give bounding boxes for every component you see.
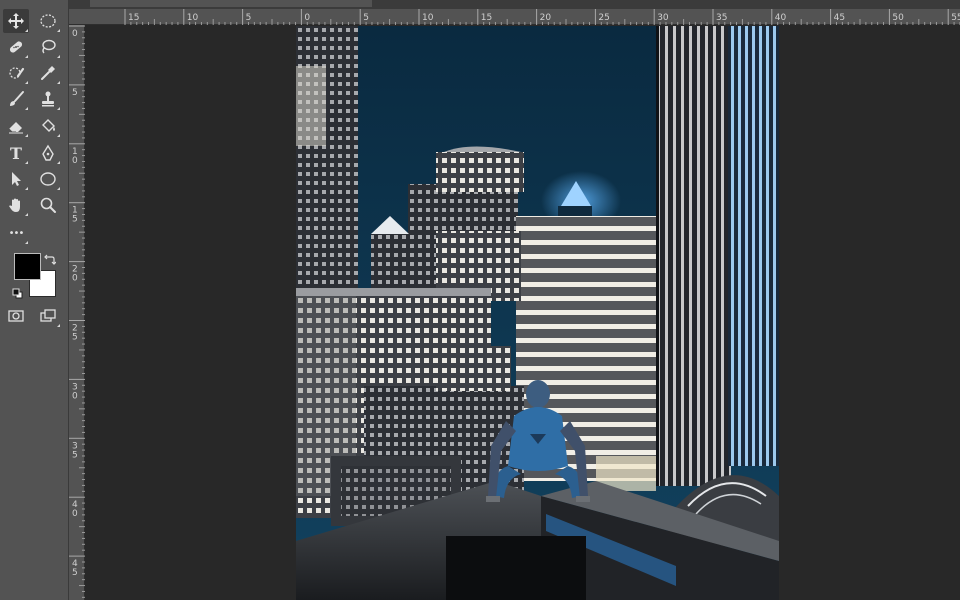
quick-mask-icon: [8, 310, 24, 322]
stamp-icon: [42, 91, 54, 107]
pen-tool[interactable]: [35, 141, 61, 165]
type-tool[interactable]: T: [3, 141, 29, 165]
elliptical-marquee-icon: [40, 14, 56, 28]
swap-colors-icon[interactable]: [44, 251, 57, 265]
hand-icon: [9, 198, 20, 212]
ruler-label: 50: [892, 13, 904, 23]
tools-panel: T •••: [0, 0, 69, 600]
ruler-label: 40: [775, 13, 787, 23]
quick-selection-icon: [9, 67, 25, 79]
ruler-label: 15: [128, 13, 139, 23]
ruler-label: 0: [72, 156, 78, 166]
ruler-label: 0: [72, 509, 78, 519]
ruler-label: 15: [481, 13, 492, 23]
ruler-label: 35: [716, 13, 727, 23]
foreground-color-swatch[interactable]: [14, 253, 41, 280]
paint-bucket-icon: [42, 119, 55, 132]
ruler-label: 5: [246, 13, 252, 23]
screen-mode-icon: [40, 309, 56, 322]
vertical-ruler[interactable]: 051015202530354045: [69, 25, 85, 600]
pen-icon: [42, 144, 54, 161]
lasso-icon: [42, 39, 56, 54]
document-canvas[interactable]: [296, 26, 779, 600]
quick-selection-tool[interactable]: [3, 61, 29, 85]
ruler-label: 0: [72, 391, 78, 401]
arrow-cursor-icon: [12, 172, 21, 186]
move-tool[interactable]: [3, 9, 29, 33]
eyedropper-icon: [41, 66, 55, 80]
ruler-label: 5: [72, 333, 78, 343]
quick-mask-button[interactable]: [3, 304, 29, 328]
night-city-rooftop-photo: [296, 26, 779, 600]
ruler-label: 45: [834, 13, 845, 23]
type-icon: T: [10, 143, 22, 163]
bandage-icon: [9, 41, 23, 53]
lasso-tool[interactable]: [35, 35, 61, 59]
brush-tool[interactable]: [3, 87, 29, 111]
document-tab[interactable]: [90, 0, 372, 7]
shape-tool[interactable]: [35, 167, 61, 191]
ruler-label: 55: [951, 13, 960, 23]
default-colors-icon[interactable]: [12, 284, 23, 299]
ruler-label: 0: [72, 274, 78, 284]
ruler-label: 5: [72, 215, 78, 225]
clone-stamp-tool[interactable]: [35, 87, 61, 111]
ruler-label: 10: [187, 13, 199, 23]
ruler-label: 30: [657, 13, 669, 23]
zoom-tool[interactable]: [35, 193, 61, 217]
eraser-icon: [8, 122, 23, 134]
path-selection-tool[interactable]: [3, 167, 29, 191]
ruler-label: 25: [598, 13, 609, 23]
ruler-label: 0: [72, 29, 78, 39]
magnifier-icon: [40, 197, 56, 213]
horizontal-ruler[interactable]: 15 10 5 0 5 10 15 20 25 30 35 40 45 50 55: [69, 9, 960, 25]
ruler-label: 5: [72, 568, 78, 578]
hand-tool[interactable]: [3, 193, 29, 217]
ruler-label: 5: [363, 13, 369, 23]
paint-bucket-tool[interactable]: [35, 114, 61, 138]
eyedropper-tool[interactable]: [35, 61, 61, 85]
ruler-label: 10: [422, 13, 434, 23]
screen-mode-button[interactable]: [35, 304, 61, 328]
brush-icon: [10, 91, 24, 106]
marquee-tool[interactable]: [35, 9, 61, 33]
ruler-label: 20: [540, 13, 552, 23]
more-icon: •••: [8, 227, 25, 239]
eraser-tool[interactable]: [3, 114, 29, 138]
ruler-label: 5: [72, 450, 78, 460]
ruler-label: 0: [304, 13, 310, 23]
ruler-label: 5: [72, 88, 78, 98]
healing-brush-tool[interactable]: [3, 35, 29, 59]
move-icon: [8, 13, 24, 29]
ellipse-icon: [40, 172, 56, 186]
edit-toolbar-button[interactable]: •••: [3, 221, 29, 245]
